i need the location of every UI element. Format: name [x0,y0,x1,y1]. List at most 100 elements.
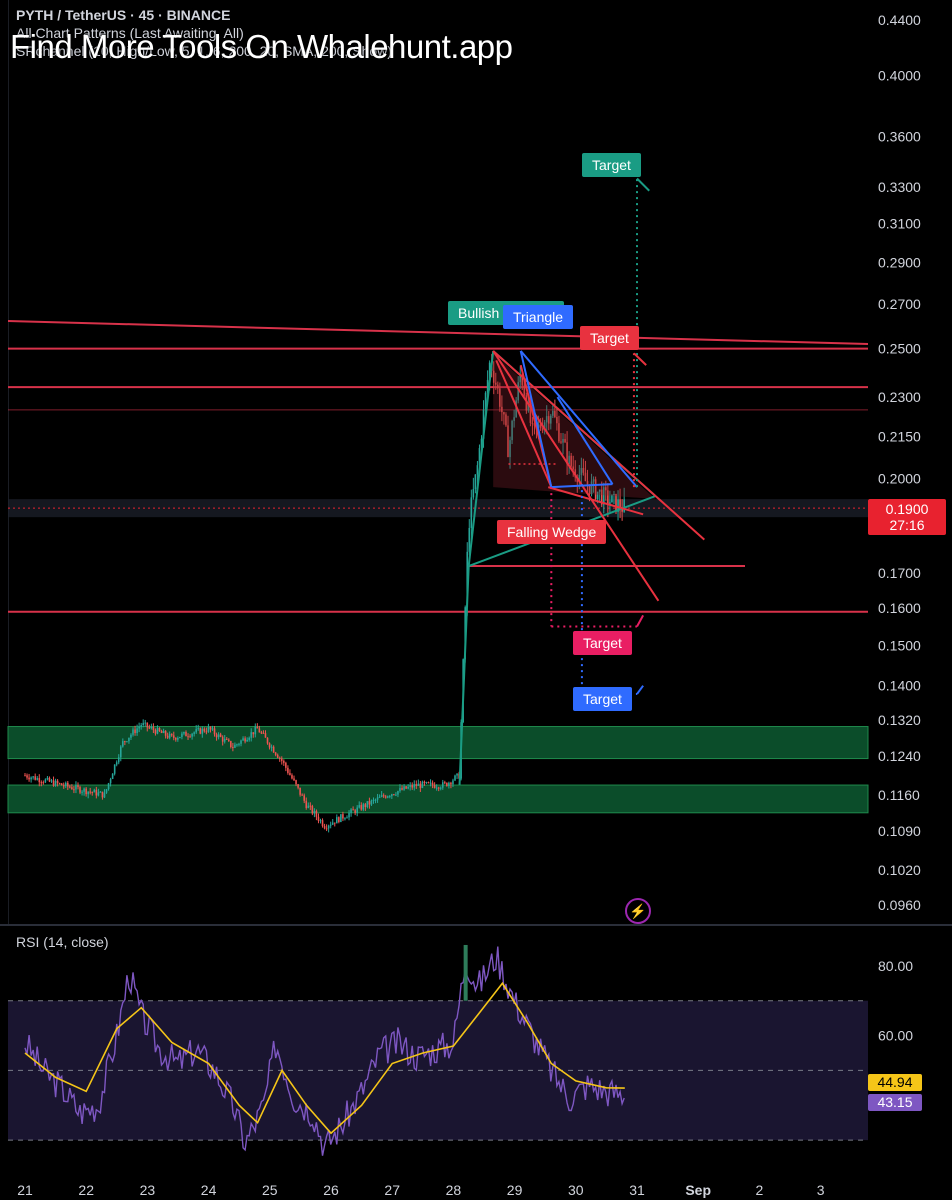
candle-body [264,733,267,738]
candle-body [437,787,440,789]
candle-body [197,728,200,730]
target-label-pink: Target [573,631,632,655]
time-axis[interactable]: 21 22 23 24 25 26 27 28 29 30 31 Sep 2 3 [0,1180,952,1200]
candle-body [203,728,206,732]
candle-body [474,474,477,490]
candle-body [411,785,414,788]
candle-body [232,747,234,749]
time-axis-label: 23 [140,1182,156,1198]
candle-body [122,741,124,747]
candle-body [181,733,183,737]
target-label-top: Target [582,153,641,177]
candle-body [199,728,202,734]
candle-body [166,735,169,738]
candle-body [236,744,238,746]
candle-body [42,782,45,784]
rsi-axis-label: 80.00 [878,958,913,974]
candle-body [315,811,318,817]
candle-body [144,722,147,724]
candle-body [138,726,140,729]
candle-body [66,782,69,787]
candle-body [311,806,314,814]
candle-body [301,794,303,796]
candle-body [319,820,322,822]
price-axis-label: 0.1700 [878,565,921,581]
candle-body [405,786,407,789]
candle-body [397,791,399,795]
time-axis-label: 30 [568,1182,584,1198]
price-axis-label: 0.4400 [878,12,921,28]
candle-body [148,727,151,729]
candle-body [191,733,193,737]
support-zone [7,784,869,814]
candle-body [338,817,340,823]
candle-body [248,737,250,740]
candle-body [368,801,371,805]
time-axis-label: 26 [323,1182,339,1198]
rsi-chart[interactable]: 80.0060.0040.00 [0,926,952,1180]
candle-body [391,794,393,797]
candle-body [154,729,157,734]
candle-body [344,818,346,820]
candle-body [24,775,26,777]
candle-body [97,792,100,796]
candle-body [168,733,171,738]
symbol-title[interactable]: PYTH / TetherUS · 45 · BINANCE [16,6,392,24]
price-axis-label: 0.4000 [878,67,921,83]
candle-body [323,826,326,829]
price-axis-label: 0.3100 [878,216,921,232]
candle-body [307,805,310,808]
candle-body [95,789,98,796]
candle-body [470,497,473,528]
rsi-title[interactable]: RSI (14, close) [16,934,109,950]
rsi-overbought-highlight [463,944,468,1001]
candle-body [124,741,126,743]
candle-body [234,744,236,748]
candle-body [441,782,444,788]
candle-body [370,800,373,805]
candle-body [177,738,179,740]
candle-body [109,779,112,784]
candle-body [132,729,134,735]
candle-body [342,814,344,819]
candle-body [205,731,208,733]
price-axis-label: 0.2700 [878,296,921,312]
candle-body [75,785,77,790]
candle-body [270,746,273,748]
candle-body [28,777,30,780]
time-axis-label: 28 [446,1182,462,1198]
price-axis-label: 0.2500 [878,341,921,357]
target-label-blue: Target [573,687,632,711]
lightning-icon[interactable]: ⚡ [625,898,651,924]
candle-body [56,780,59,784]
candle-body [62,785,65,787]
candle-body [456,773,458,776]
candle-body [158,727,161,732]
candle-body [395,794,397,796]
candle-body [346,817,348,819]
price-axis-label: 0.1090 [878,823,921,839]
candle-body [250,732,253,738]
target-arrow-pink [636,614,644,627]
candle-body [117,757,120,763]
candle-body [136,728,138,734]
wedge-fill [493,353,656,500]
price-axis-label: 0.1160 [878,787,920,803]
candle-body [77,785,79,788]
candle-body [407,786,409,789]
candle-body [350,809,352,814]
candle-body [258,728,261,733]
candle-body [433,785,436,788]
candle-body [34,776,36,780]
candle-body [152,726,155,730]
candle-body [230,740,232,748]
candle-body [378,796,381,798]
candle-body [130,734,132,738]
candle-body [321,820,324,827]
triangle-label: Triangle [503,305,574,329]
candle-body [60,783,63,786]
candle-body [413,784,416,788]
candle-body [448,782,450,786]
price-chart[interactable]: 0.4400 0.4000 0.3600 0.3300 0.3100 0.2900 0.27… [0,0,952,925]
candle-body [240,740,242,744]
